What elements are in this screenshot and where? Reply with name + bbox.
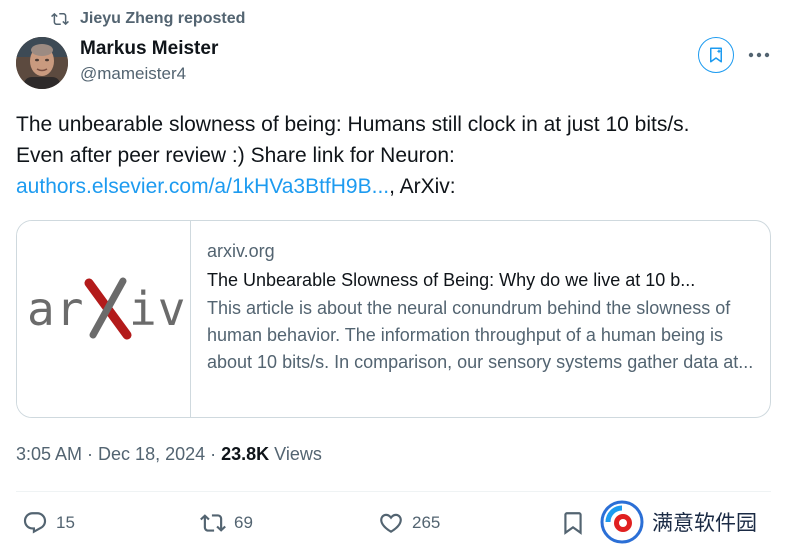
reply-count: 15 <box>56 513 75 532</box>
repost-count: 69 <box>234 513 253 532</box>
tweet-time[interactable]: 3:05 AM <box>16 444 82 464</box>
card-description: This article is about the neural conundr… <box>207 298 754 372</box>
reply-button[interactable]: 15 <box>22 506 75 540</box>
tweet-line-1: The unbearable slowness of being: Humans… <box>16 113 690 136</box>
grok-button[interactable] <box>698 37 734 73</box>
bookmark-button[interactable] <box>560 506 594 540</box>
svg-text:ar: ar <box>27 282 84 336</box>
watermark-logo-icon <box>600 500 644 544</box>
repost-banner-text: Jieyu Zheng reposted <box>80 10 246 27</box>
neuron-link[interactable]: authors.elsevier.com/a/1kHVa3BtfH9B... <box>16 175 389 198</box>
repost-icon <box>51 12 69 26</box>
author-handle[interactable]: @mameister4 <box>80 64 186 84</box>
repost-button[interactable]: 69 <box>200 506 253 540</box>
repost-action-icon <box>200 514 226 532</box>
like-button[interactable]: 265 <box>378 506 440 540</box>
repost-banner[interactable]: Jieyu Zheng reposted <box>50 8 245 30</box>
card-title: The Unbearable Slowness of Being: Why do… <box>207 270 696 290</box>
card-domain: arxiv.org <box>207 241 275 261</box>
avatar-photo <box>16 37 68 89</box>
watermark-text: 满意软件园 <box>652 510 757 535</box>
tweet-line-3: authors.elsevier.com/a/1kHVa3BtfH9B..., … <box>16 171 776 202</box>
heart-icon <box>380 513 402 533</box>
grok-icon <box>710 47 722 63</box>
meta-separator: · <box>205 444 222 464</box>
more-icon <box>748 52 770 58</box>
tweet-text: The unbearable slowness of being: Humans… <box>16 109 776 202</box>
tweet-date[interactable]: Dec 18, 2024 <box>98 444 205 464</box>
arxiv-logo: ar iv <box>27 277 186 340</box>
svg-text:iv: iv <box>129 282 186 336</box>
more-button[interactable] <box>745 43 773 67</box>
author-name[interactable]: Markus Meister <box>80 38 218 60</box>
views-label: Views <box>269 444 322 464</box>
meta-separator: · <box>82 444 99 464</box>
views-count: 23.8K <box>221 444 270 464</box>
tweet-line-2: Even after peer review :) Share link for… <box>16 144 455 167</box>
like-count: 265 <box>412 513 441 532</box>
reply-icon <box>23 512 47 534</box>
card-thumbnail: ar iv <box>17 221 191 417</box>
link-card[interactable]: ar iv arxiv.org The Unbearable Slowness … <box>16 220 771 418</box>
tweet-meta: 3:05 AM · Dec 18, 2024 · 23.8K Views <box>16 444 322 465</box>
divider <box>16 491 771 492</box>
tweet-after-link: , ArXiv: <box>389 175 456 198</box>
watermark: 满意软件园 <box>600 497 788 546</box>
bookmark-icon <box>564 512 582 535</box>
avatar[interactable] <box>16 37 68 89</box>
